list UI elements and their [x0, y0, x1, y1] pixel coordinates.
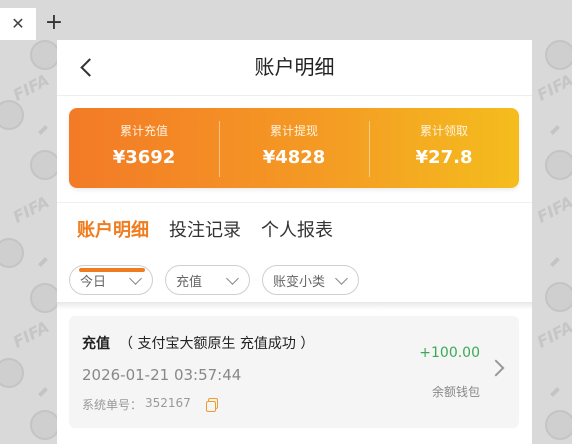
football-watermark	[545, 150, 572, 180]
football-watermark	[545, 282, 572, 312]
filter-label: 账变小类	[273, 274, 326, 290]
page-title: 账户明细	[254, 55, 335, 79]
order-number-label: 系统单号：	[82, 398, 143, 412]
divider	[57, 202, 532, 203]
record-type: 充值	[82, 336, 110, 352]
football-watermark	[545, 40, 572, 70]
fifa-watermark: FIFA	[9, 192, 53, 227]
football-watermark	[0, 358, 24, 388]
summary-card: 累计充值 ¥3692 累计提现 ¥4828 累计领取 ¥27.8	[69, 108, 519, 188]
football-watermark	[545, 410, 572, 440]
back-button[interactable]	[75, 54, 99, 80]
fifa-watermark: FIFA	[533, 317, 572, 352]
stat-total-deposit: 累计充值 ¥3692	[69, 108, 219, 188]
record-time: 2026-01-21 03:57:44	[82, 366, 242, 384]
filter-bar: 今日 充值 账变小类	[69, 265, 371, 297]
tab-bet-records[interactable]: 投注记录	[169, 216, 241, 256]
pen-watermark	[38, 257, 48, 267]
new-tab-button[interactable]: +	[44, 10, 64, 36]
chevron-left-icon	[79, 57, 99, 77]
browser-tab[interactable]: ✕	[0, 8, 36, 40]
pen-watermark	[38, 387, 48, 397]
pen-watermark	[38, 125, 48, 135]
account-detail-page: 账户明细 累计充值 ¥3692 累计提现 ¥4828 累计领取 ¥27.8 账户…	[57, 40, 532, 444]
transaction-record[interactable]: 充值 （ 支付宝大额原生 充值成功 ） 2026-01-21 03:57:44 …	[69, 316, 519, 428]
football-watermark	[30, 283, 60, 313]
order-number: 352167	[145, 396, 191, 410]
page-header: 账户明细	[57, 40, 532, 96]
tab-personal-report[interactable]: 个人报表	[261, 216, 333, 256]
pen-watermark	[550, 257, 560, 267]
chevron-down-icon	[335, 272, 348, 285]
tab-account-detail[interactable]: 账户明细	[77, 216, 149, 272]
fifa-watermark: FIFA	[533, 70, 572, 105]
stat-value: ¥3692	[112, 147, 176, 168]
stat-label: 累计充值	[119, 124, 168, 138]
browser-tab-bar: ✕ +	[0, 0, 572, 40]
record-wallet: 余额钱包	[431, 385, 480, 399]
football-watermark	[0, 100, 24, 130]
fifa-watermark: FIFA	[533, 192, 572, 227]
pen-watermark	[550, 125, 560, 135]
chevron-down-icon	[226, 272, 239, 285]
stat-total-claimed: 累计领取 ¥27.8	[369, 108, 519, 188]
football-watermark	[30, 150, 60, 180]
stat-label: 累计领取	[419, 124, 468, 138]
filter-date-dropdown[interactable]: 今日	[69, 265, 153, 295]
copy-icon[interactable]	[206, 398, 218, 412]
stat-value: ¥4828	[262, 147, 326, 168]
close-icon[interactable]: ✕	[11, 16, 24, 32]
filter-subtype-dropdown[interactable]: 账变小类	[262, 265, 359, 295]
football-watermark	[30, 40, 60, 70]
filter-bar-shadow	[57, 302, 532, 310]
tab-bar: 账户明细 投注记录 个人报表	[77, 216, 353, 272]
stat-label: 累计提现	[269, 124, 318, 138]
fifa-watermark: FIFA	[9, 70, 53, 105]
filter-label: 充值	[176, 274, 203, 290]
football-watermark	[0, 238, 24, 268]
stat-total-withdraw: 累计提现 ¥4828	[219, 108, 369, 188]
fifa-watermark: FIFA	[9, 317, 53, 352]
filter-label: 今日	[80, 274, 107, 290]
filter-type-dropdown[interactable]: 充值	[165, 265, 250, 295]
chevron-down-icon	[129, 272, 142, 285]
football-watermark	[30, 410, 60, 440]
record-amount: +100.00	[419, 345, 480, 361]
pen-watermark	[550, 387, 560, 397]
chevron-right-icon[interactable]	[487, 359, 505, 377]
record-note: （ 支付宝大额原生 充值成功 ）	[119, 336, 315, 352]
stat-value: ¥27.8	[415, 147, 473, 168]
